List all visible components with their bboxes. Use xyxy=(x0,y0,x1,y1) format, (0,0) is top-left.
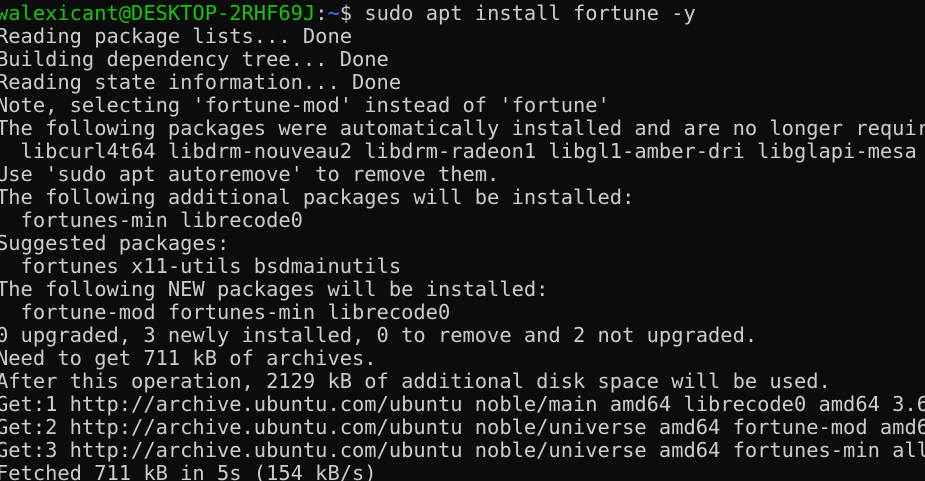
output-line: libcurl4t64 libdrm-nouveau2 libdrm-radeo… xyxy=(0,139,925,163)
prompt-command: sudo apt install fortune -y xyxy=(364,1,696,25)
output-line: Need to get 711 kB of archives. xyxy=(0,346,377,370)
output-line: Get:3 http://archive.ubuntu.com/ubuntu n… xyxy=(0,438,925,462)
output-line: Building dependency tree... Done xyxy=(0,47,389,71)
output-line: Get:2 http://archive.ubuntu.com/ubuntu n… xyxy=(0,415,925,439)
terminal-window[interactable]: walexicant@DESKTOP-2RHF69J:~$ sudo apt i… xyxy=(0,0,925,481)
output-line: Get:1 http://archive.ubuntu.com/ubuntu n… xyxy=(0,392,925,416)
output-line: 0 upgraded, 3 newly installed, 0 to remo… xyxy=(0,323,758,347)
output-line: After this operation, 2129 kB of additio… xyxy=(0,369,831,393)
output-line: Reading package lists... Done xyxy=(0,24,353,48)
output-line: Reading state information... Done xyxy=(0,70,402,94)
prompt-line: walexicant@DESKTOP-2RHF69J:~$ sudo apt i… xyxy=(0,2,925,25)
prompt-cwd: ~ xyxy=(327,1,340,25)
prompt-separator: : xyxy=(315,1,328,25)
output-line: Suggested packages: xyxy=(0,231,230,255)
output-line: Fetched 711 kB in 5s (154 kB/s) xyxy=(0,461,377,481)
output-line: The following packages were automaticall… xyxy=(0,116,925,140)
output-line: The following additional packages will b… xyxy=(0,185,635,209)
output-line: Use 'sudo apt autoremove' to remove them… xyxy=(0,162,500,186)
prompt-symbol: $ xyxy=(339,1,365,25)
output-line: Note, selecting 'fortune-mod' instead of… xyxy=(0,93,610,117)
output-line: fortunes-min librecode0 xyxy=(0,208,303,232)
terminal-output: walexicant@DESKTOP-2RHF69J:~$ sudo apt i… xyxy=(0,2,925,481)
output-line: fortunes x11-utils bsdmainutils xyxy=(0,254,402,278)
output-line: The following NEW packages will be insta… xyxy=(0,277,549,301)
output-line: fortune-mod fortunes-min librecode0 xyxy=(0,300,451,324)
prompt-user-host: walexicant@DESKTOP-2RHF69J xyxy=(0,1,316,25)
